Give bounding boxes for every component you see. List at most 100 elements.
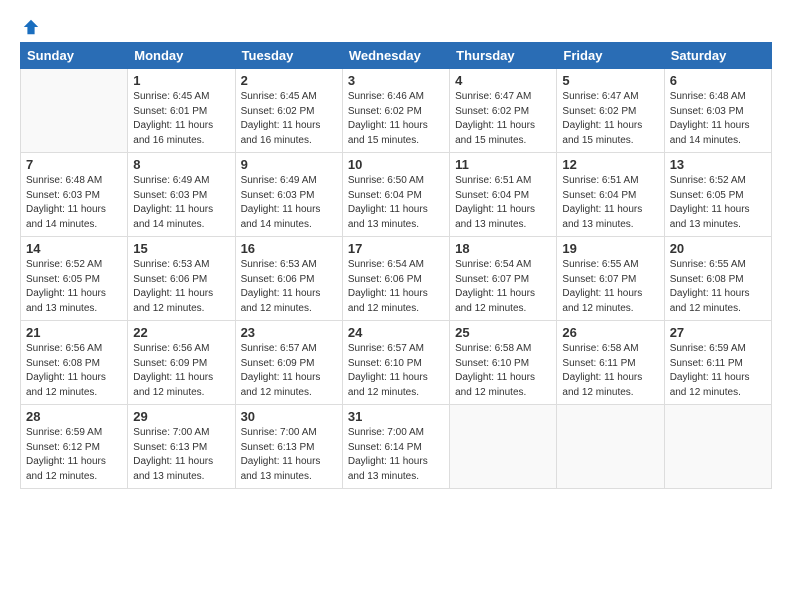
day-number: 28 bbox=[26, 409, 122, 424]
day-info: Sunrise: 6:56 AM Sunset: 6:08 PM Dayligh… bbox=[26, 342, 122, 400]
weekday-header-friday: Friday bbox=[557, 43, 664, 69]
calendar-cell: 13 Sunrise: 6:52 AM Sunset: 6:05 PM Dayli… bbox=[664, 153, 771, 237]
day-info: Sunrise: 6:49 AM Sunset: 6:03 PM Dayligh… bbox=[241, 174, 337, 232]
day-number: 1 bbox=[133, 73, 229, 88]
weekday-header-wednesday: Wednesday bbox=[342, 43, 449, 69]
day-number: 15 bbox=[133, 241, 229, 256]
day-number: 19 bbox=[562, 241, 658, 256]
day-number: 23 bbox=[241, 325, 337, 340]
day-info: Sunrise: 6:59 AM Sunset: 6:12 PM Dayligh… bbox=[26, 426, 122, 484]
day-info: Sunrise: 6:51 AM Sunset: 6:04 PM Dayligh… bbox=[455, 174, 551, 232]
calendar-cell: 19Sunrise: 6:55 AM Sunset: 6:07 PM Dayli… bbox=[557, 237, 664, 321]
calendar-cell: 14 Sunrise: 6:52 AM Sunset: 6:05 PM Dayli… bbox=[21, 237, 128, 321]
weekday-header-thursday: Thursday bbox=[450, 43, 557, 69]
day-number: 26 bbox=[562, 325, 658, 340]
day-number: 31 bbox=[348, 409, 444, 424]
day-number: 10 bbox=[348, 157, 444, 172]
day-info: Sunrise: 6:46 AM Sunset: 6:02 PM Dayligh… bbox=[348, 90, 444, 148]
calendar-cell bbox=[664, 405, 771, 489]
calendar-cell: 2Sunrise: 6:45 AM Sunset: 6:02 PM Daylig… bbox=[235, 69, 342, 153]
day-info: Sunrise: 6:51 AM Sunset: 6:04 PM Dayligh… bbox=[562, 174, 658, 232]
day-info: Sunrise: 6:45 AM Sunset: 6:01 PM Dayligh… bbox=[133, 90, 229, 148]
day-number: 6 bbox=[670, 73, 766, 88]
day-number: 5 bbox=[562, 73, 658, 88]
calendar-cell: 3 Sunrise: 6:46 AM Sunset: 6:02 PM Daylig… bbox=[342, 69, 449, 153]
day-number: 3 bbox=[348, 73, 444, 88]
day-number: 16 bbox=[241, 241, 337, 256]
weekday-header-tuesday: Tuesday bbox=[235, 43, 342, 69]
day-info: Sunrise: 6:47 AM Sunset: 6:02 PM Dayligh… bbox=[562, 90, 658, 148]
calendar-cell bbox=[557, 405, 664, 489]
day-info: Sunrise: 6:55 AM Sunset: 6:08 PM Dayligh… bbox=[670, 258, 766, 316]
day-number: 8 bbox=[133, 157, 229, 172]
day-number: 30 bbox=[241, 409, 337, 424]
calendar-cell: 8 Sunrise: 6:49 AM Sunset: 6:03 PM Daylig… bbox=[128, 153, 235, 237]
logo bbox=[20, 18, 40, 32]
day-number: 7 bbox=[26, 157, 122, 172]
calendar-cell: 5 Sunrise: 6:47 AM Sunset: 6:02 PM Daylig… bbox=[557, 69, 664, 153]
day-info: Sunrise: 7:00 AM Sunset: 6:13 PM Dayligh… bbox=[241, 426, 337, 484]
day-info: Sunrise: 6:47 AM Sunset: 6:02 PM Dayligh… bbox=[455, 90, 551, 148]
day-number: 21 bbox=[26, 325, 122, 340]
calendar-cell: 10 Sunrise: 6:50 AM Sunset: 6:04 PM Dayli… bbox=[342, 153, 449, 237]
calendar-cell: 7 Sunrise: 6:48 AM Sunset: 6:03 PM Daylig… bbox=[21, 153, 128, 237]
page-header bbox=[20, 18, 772, 32]
logo-icon bbox=[22, 18, 40, 36]
day-info: Sunrise: 6:58 AM Sunset: 6:11 PM Dayligh… bbox=[562, 342, 658, 400]
day-info: Sunrise: 6:48 AM Sunset: 6:03 PM Dayligh… bbox=[670, 90, 766, 148]
calendar-cell: 1 Sunrise: 6:45 AM Sunset: 6:01 PM Daylig… bbox=[128, 69, 235, 153]
calendar-cell: 26 Sunrise: 6:58 AM Sunset: 6:11 PM Dayli… bbox=[557, 321, 664, 405]
day-number: 12 bbox=[562, 157, 658, 172]
calendar-cell: 18 Sunrise: 6:54 AM Sunset: 6:07 PM Dayli… bbox=[450, 237, 557, 321]
calendar-cell: 23Sunrise: 6:57 AM Sunset: 6:09 PM Dayli… bbox=[235, 321, 342, 405]
day-info: Sunrise: 6:57 AM Sunset: 6:10 PM Dayligh… bbox=[348, 342, 444, 400]
day-number: 14 bbox=[26, 241, 122, 256]
day-number: 20 bbox=[670, 241, 766, 256]
calendar-cell: 29Sunrise: 7:00 AM Sunset: 6:13 PM Dayli… bbox=[128, 405, 235, 489]
day-info: Sunrise: 6:53 AM Sunset: 6:06 PM Dayligh… bbox=[241, 258, 337, 316]
calendar-cell: 25 Sunrise: 6:58 AM Sunset: 6:10 PM Dayli… bbox=[450, 321, 557, 405]
weekday-header-monday: Monday bbox=[128, 43, 235, 69]
day-number: 2 bbox=[241, 73, 337, 88]
day-number: 27 bbox=[670, 325, 766, 340]
day-number: 11 bbox=[455, 157, 551, 172]
calendar-cell: 6 Sunrise: 6:48 AM Sunset: 6:03 PM Daylig… bbox=[664, 69, 771, 153]
weekday-header-sunday: Sunday bbox=[21, 43, 128, 69]
day-number: 18 bbox=[455, 241, 551, 256]
calendar-cell: 21 Sunrise: 6:56 AM Sunset: 6:08 PM Dayli… bbox=[21, 321, 128, 405]
day-info: Sunrise: 6:54 AM Sunset: 6:06 PM Dayligh… bbox=[348, 258, 444, 316]
day-info: Sunrise: 6:52 AM Sunset: 6:05 PM Dayligh… bbox=[26, 258, 122, 316]
day-info: Sunrise: 6:53 AM Sunset: 6:06 PM Dayligh… bbox=[133, 258, 229, 316]
day-info: Sunrise: 6:58 AM Sunset: 6:10 PM Dayligh… bbox=[455, 342, 551, 400]
calendar-cell: 17Sunrise: 6:54 AM Sunset: 6:06 PM Dayli… bbox=[342, 237, 449, 321]
day-info: Sunrise: 6:52 AM Sunset: 6:05 PM Dayligh… bbox=[670, 174, 766, 232]
calendar-cell: 20 Sunrise: 6:55 AM Sunset: 6:08 PM Dayli… bbox=[664, 237, 771, 321]
calendar-cell: 24 Sunrise: 6:57 AM Sunset: 6:10 PM Dayli… bbox=[342, 321, 449, 405]
day-number: 13 bbox=[670, 157, 766, 172]
day-info: Sunrise: 6:54 AM Sunset: 6:07 PM Dayligh… bbox=[455, 258, 551, 316]
calendar-cell: 30 Sunrise: 7:00 AM Sunset: 6:13 PM Dayli… bbox=[235, 405, 342, 489]
calendar-cell: 22Sunrise: 6:56 AM Sunset: 6:09 PM Dayli… bbox=[128, 321, 235, 405]
weekday-header-saturday: Saturday bbox=[664, 43, 771, 69]
day-info: Sunrise: 6:59 AM Sunset: 6:11 PM Dayligh… bbox=[670, 342, 766, 400]
calendar-cell: 12 Sunrise: 6:51 AM Sunset: 6:04 PM Dayli… bbox=[557, 153, 664, 237]
calendar-cell: 27 Sunrise: 6:59 AM Sunset: 6:11 PM Dayli… bbox=[664, 321, 771, 405]
day-number: 22 bbox=[133, 325, 229, 340]
day-number: 24 bbox=[348, 325, 444, 340]
calendar-cell: 9 Sunrise: 6:49 AM Sunset: 6:03 PM Daylig… bbox=[235, 153, 342, 237]
calendar-cell: 15 Sunrise: 6:53 AM Sunset: 6:06 PM Dayli… bbox=[128, 237, 235, 321]
day-info: Sunrise: 6:50 AM Sunset: 6:04 PM Dayligh… bbox=[348, 174, 444, 232]
day-number: 4 bbox=[455, 73, 551, 88]
calendar-cell: 28 Sunrise: 6:59 AM Sunset: 6:12 PM Dayli… bbox=[21, 405, 128, 489]
calendar-cell: 16 Sunrise: 6:53 AM Sunset: 6:06 PM Dayli… bbox=[235, 237, 342, 321]
calendar-cell: 11 Sunrise: 6:51 AM Sunset: 6:04 PM Dayli… bbox=[450, 153, 557, 237]
calendar-cell: 4 Sunrise: 6:47 AM Sunset: 6:02 PM Daylig… bbox=[450, 69, 557, 153]
day-info: Sunrise: 6:49 AM Sunset: 6:03 PM Dayligh… bbox=[133, 174, 229, 232]
day-number: 25 bbox=[455, 325, 551, 340]
day-number: 9 bbox=[241, 157, 337, 172]
calendar-cell bbox=[21, 69, 128, 153]
day-info: Sunrise: 6:48 AM Sunset: 6:03 PM Dayligh… bbox=[26, 174, 122, 232]
calendar-cell bbox=[450, 405, 557, 489]
calendar-cell: 31Sunrise: 7:00 AM Sunset: 6:14 PM Dayli… bbox=[342, 405, 449, 489]
day-number: 29 bbox=[133, 409, 229, 424]
